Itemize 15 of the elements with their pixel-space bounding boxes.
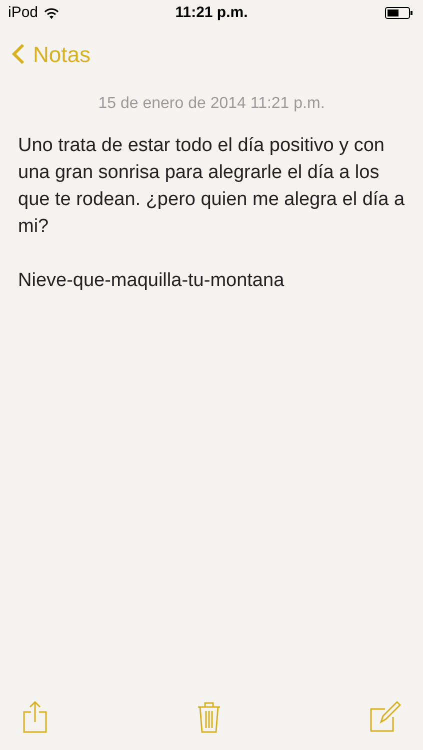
compose-icon — [369, 701, 401, 733]
note-date: 15 de enero de 2014 11:21 p.m. — [98, 94, 325, 114]
share-icon — [22, 700, 48, 734]
trash-icon — [196, 700, 220, 734]
share-button[interactable] — [22, 700, 48, 734]
status-time: 11:21 p.m. — [175, 2, 248, 23]
back-button[interactable]: Notas — [12, 38, 90, 70]
back-chevron-icon — [12, 43, 25, 65]
carrier-name: iPod — [8, 2, 38, 23]
note-paragraph: Nieve-que-maquilla-tu-montana — [18, 269, 286, 293]
trash-button[interactable] — [196, 700, 220, 734]
battery-icon — [384, 7, 413, 19]
wifi-icon — [44, 8, 60, 18]
note-paragraph: Uno trata de estar todo el día positivo y con una gran sonrisa para alegrarle el día a los que te rodean. ¿pero quien me alegra el día a mi? — [18, 134, 406, 239]
compose-button[interactable] — [369, 701, 401, 733]
